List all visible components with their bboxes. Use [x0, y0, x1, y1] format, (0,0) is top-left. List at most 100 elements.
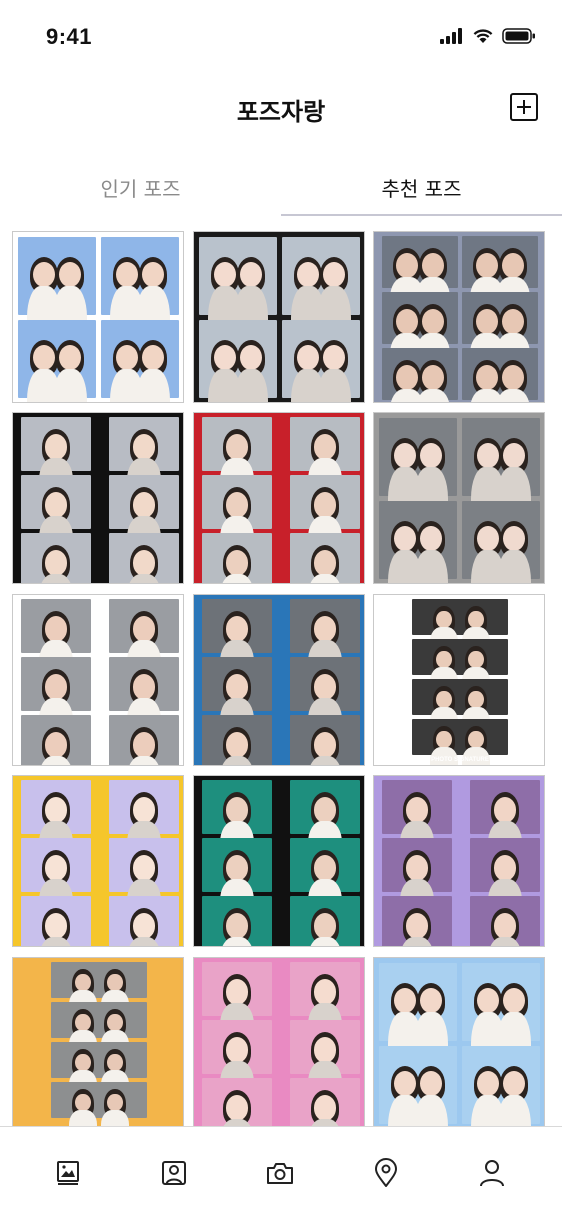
- photo-frame: [382, 292, 458, 385]
- person-face: [297, 261, 319, 288]
- person-face: [503, 525, 525, 552]
- person-face: [107, 973, 123, 991]
- person-face: [45, 434, 67, 460]
- photo-frame: [462, 501, 540, 583]
- person-face: [133, 616, 155, 642]
- pose-photo-thumbnail[interactable]: [12, 412, 184, 584]
- pose-photo-thumbnail[interactable]: [12, 594, 184, 766]
- person-face: [314, 1037, 336, 1063]
- photo-frame: [290, 962, 360, 1058]
- photo-frame: [290, 475, 360, 571]
- person-face: [396, 252, 419, 278]
- photo-frame: [462, 236, 538, 329]
- person-face: [297, 344, 319, 371]
- person-face: [45, 550, 67, 576]
- photo-frame: [290, 715, 360, 765]
- person-face: [396, 308, 419, 334]
- person-face: [59, 344, 81, 371]
- person-body: [53, 369, 87, 402]
- person-body: [69, 1110, 97, 1127]
- person-face: [406, 797, 428, 823]
- person-face: [226, 732, 248, 758]
- photo-frame: [18, 237, 96, 365]
- person-face: [33, 344, 55, 371]
- photo-frame: [282, 320, 360, 402]
- pose-photo-thumbnail[interactable]: [193, 957, 365, 1127]
- add-square-icon[interactable]: [510, 93, 538, 121]
- person-face: [477, 1070, 499, 1097]
- nav-camera[interactable]: [224, 1127, 336, 1218]
- nav-portrait[interactable]: [118, 1127, 230, 1218]
- person-face: [226, 855, 248, 881]
- photo-frame: [290, 780, 360, 876]
- person-face: [45, 855, 67, 881]
- photo-frame: [462, 418, 540, 546]
- person-face: [107, 1013, 123, 1031]
- photo-frame: [109, 896, 179, 946]
- nav-profile[interactable]: [436, 1127, 548, 1218]
- pose-photo-thumbnail[interactable]: [193, 594, 365, 766]
- person-body: [234, 369, 268, 402]
- person-face: [503, 987, 525, 1014]
- photo-frame: [412, 599, 508, 664]
- person-face: [406, 855, 428, 881]
- person-face: [45, 674, 67, 700]
- wifi-icon: [472, 28, 494, 48]
- photo-frame: [109, 657, 179, 753]
- photo-frame: [379, 1046, 457, 1127]
- pose-photo-thumbnail[interactable]: [373, 775, 545, 947]
- pose-photo-thumbnail[interactable]: [12, 775, 184, 947]
- pose-photo-thumbnail[interactable]: [193, 412, 365, 584]
- person-face: [116, 261, 138, 288]
- pose-photo-thumbnail[interactable]: [12, 231, 184, 403]
- photo-frame: [202, 1078, 272, 1127]
- person-face: [314, 979, 336, 1005]
- person-face: [420, 1070, 442, 1097]
- photo-frame: [382, 896, 452, 946]
- person-face: [226, 550, 248, 576]
- photo-frame: [21, 896, 91, 946]
- photo-frame: [290, 1078, 360, 1127]
- photo-frame: [51, 1082, 147, 1127]
- pose-photo-thumbnail[interactable]: [193, 775, 365, 947]
- person-face: [59, 261, 81, 288]
- photo-frame: [21, 475, 91, 571]
- person-face: [226, 674, 248, 700]
- pose-photo-thumbnail[interactable]: [12, 957, 184, 1127]
- photo-frame: [462, 1046, 540, 1127]
- person-body: [495, 388, 530, 402]
- person-face: [494, 797, 516, 823]
- tab-recommended-poses[interactable]: 추천 포즈: [281, 160, 562, 215]
- person-face: [75, 1053, 91, 1071]
- nav-gallery[interactable]: [12, 1127, 124, 1218]
- location-pin-icon: [373, 1158, 399, 1188]
- person-face: [314, 674, 336, 700]
- person-body: [136, 369, 170, 402]
- pose-photo-thumbnail[interactable]: [373, 957, 545, 1127]
- person-body: [317, 369, 351, 402]
- photo-frame: [382, 236, 458, 329]
- person-body: [414, 550, 448, 583]
- person-face: [476, 252, 499, 278]
- photo-frame: [382, 780, 452, 876]
- person-face: [214, 344, 236, 371]
- pose-photo-thumbnail[interactable]: [373, 231, 545, 403]
- pose-photo-thumbnail[interactable]: PHOTO SIGNATURE: [373, 594, 545, 766]
- photo-signature-label: PHOTO SIGNATURE: [431, 757, 489, 763]
- photo-frame: [202, 1020, 272, 1116]
- photo-frame: [101, 320, 179, 402]
- tab-popular-poses[interactable]: 인기 포즈: [0, 160, 281, 215]
- person-face: [133, 550, 155, 576]
- person-face: [226, 616, 248, 642]
- person-face: [45, 797, 67, 823]
- pose-photo-thumbnail[interactable]: [373, 412, 545, 584]
- photo-frame: [202, 657, 272, 753]
- person-face: [226, 979, 248, 1005]
- pose-photo-thumbnail[interactable]: [193, 231, 365, 403]
- person-face: [226, 913, 248, 939]
- photo-frame: [202, 896, 272, 946]
- nav-location[interactable]: [330, 1127, 442, 1218]
- photo-frame: [379, 418, 457, 546]
- photo-frame: [202, 417, 272, 513]
- gallery-icon: [54, 1159, 82, 1187]
